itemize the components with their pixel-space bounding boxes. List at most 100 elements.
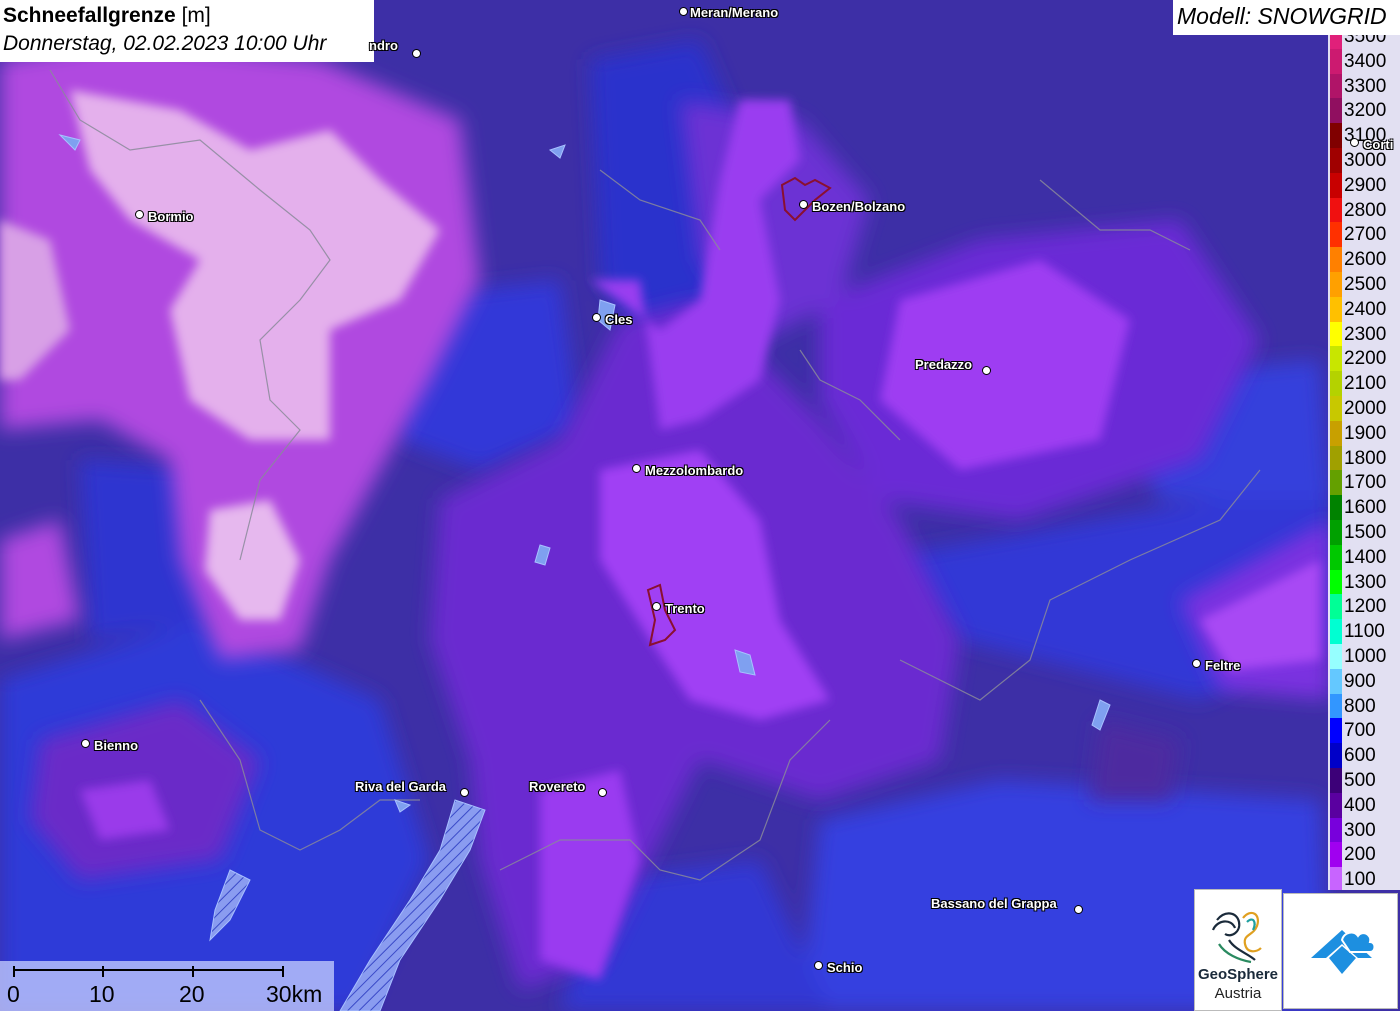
legend-entry: 2300 [1328,321,1400,347]
legend-swatch [1330,247,1342,273]
legend-entry: 1900 [1328,420,1400,446]
legend-swatch [1330,197,1342,223]
legend-label: 400 [1344,794,1376,816]
city-name: Predazzo [915,357,973,372]
snowfall-line-map[interactable] [0,0,1400,1011]
legend-entry: 2900 [1328,172,1400,198]
legend-swatch [1330,842,1342,868]
legend-entry: 1100 [1328,619,1400,645]
legend-swatch [1330,172,1342,198]
city-dot [460,788,469,797]
city-dot [814,961,823,970]
legend-entry: 1200 [1328,594,1400,620]
city-name: Rovereto [529,779,586,794]
legend-label: 2500 [1344,274,1387,295]
legend-swatch [1330,321,1342,347]
app-logo[interactable] [1283,893,1398,1009]
legend-entry: 900 [1328,668,1400,694]
legend-swatch [1330,222,1342,248]
city-dot [135,210,144,219]
city-dot [81,739,90,748]
geosphere-logo[interactable]: GeoSphere Austria [1194,889,1282,1011]
legend-entry: 2700 [1328,222,1400,248]
legend-swatch [1330,346,1342,372]
legend-swatch [1330,569,1342,595]
legend-label: 1200 [1344,596,1387,618]
city-dot [1350,138,1359,147]
city-name: Meran/Merano [690,5,779,20]
legend-swatch [1330,768,1342,793]
legend-swatch [1330,420,1342,446]
legend-entry: 1300 [1328,569,1400,595]
city-dot [982,366,991,375]
city-name: Cles [605,312,633,327]
legend-entry: 1000 [1328,644,1400,669]
city-name: Bozen/Bolzano [812,199,906,214]
legend-entry: 2000 [1328,396,1400,421]
legend-label: 2100 [1344,373,1387,395]
legend-label: 3300 [1344,75,1387,97]
title-unit: [m] [175,4,211,27]
legend-label: 1900 [1344,422,1387,444]
legend-swatch [1330,495,1342,521]
city-name: Schio [827,960,863,975]
legend-swatch [1330,817,1342,843]
legend-label: 200 [1344,844,1376,866]
city-dot [1192,659,1201,668]
legend-swatch [1330,371,1342,397]
legend-label: 2900 [1344,174,1387,196]
scale-bar: 0 10 20 30km [0,961,334,1011]
legend-entry: 3300 [1328,73,1400,99]
title-variable: Schneefallgrenze [3,4,176,27]
legend-label: 2000 [1344,398,1387,419]
legend-label: 1100 [1344,621,1385,643]
legend-swatch [1330,73,1342,99]
city-dot [799,200,808,209]
legend-entry: 2500 [1328,272,1400,297]
legend-swatch [1330,296,1342,322]
scale-label-10: 10 [89,981,115,1007]
legend-entry: 3200 [1328,98,1400,124]
legend-swatch [1330,148,1342,173]
city-dot [632,464,641,473]
map-title-panel: Schneefallgrenze [m] Donnerstag, 02.02.2… [0,0,374,62]
snow-cloud-app-icon [1311,930,1376,974]
city-dot [412,49,421,58]
legend-swatch [1330,792,1342,818]
geosphere-name: GeoSphere [1197,966,1279,983]
city-name: Trento [665,601,705,616]
legend-entry: 1400 [1328,544,1400,570]
geosphere-logo-icon [1211,911,1262,964]
legend-label: 1500 [1344,522,1387,543]
legend-entry: 1500 [1328,520,1400,545]
legend-label: 3000 [1344,150,1387,171]
legend-entry: 1700 [1328,470,1400,496]
scale-label-20: 20 [179,981,205,1007]
legend-label: 2600 [1344,249,1387,271]
legend-swatch [1330,544,1342,570]
legend-swatch [1330,867,1342,890]
city-name: Bassano del Grappa [931,896,1057,911]
legend-label: 1700 [1344,472,1387,494]
legend-swatch [1330,272,1342,297]
model-label: Modell: SNOWGRID [1173,0,1400,35]
legend-entry: 3500 [1328,35,1400,49]
legend-label: 1300 [1344,571,1387,593]
geosphere-country: Austria [1214,985,1262,1002]
legend-entry: 3400 [1328,48,1400,74]
legend-entry: 2200 [1328,346,1400,372]
city-name: Corti [1363,137,1394,152]
legend-label: 300 [1344,819,1376,841]
legend-entry: 600 [1328,743,1400,769]
legend-label: 1400 [1344,546,1387,568]
legend-swatch [1330,396,1342,421]
legend-swatch [1330,619,1342,645]
legend-swatch [1330,594,1342,620]
scale-label-0: 0 [7,981,20,1007]
legend-entry: 2800 [1328,197,1400,223]
legend-label: 3400 [1344,50,1387,72]
legend-entry: 300 [1328,817,1400,843]
legend-entry: 1800 [1328,445,1400,471]
legend-swatch [1330,693,1342,719]
legend-label: 2800 [1344,199,1387,221]
